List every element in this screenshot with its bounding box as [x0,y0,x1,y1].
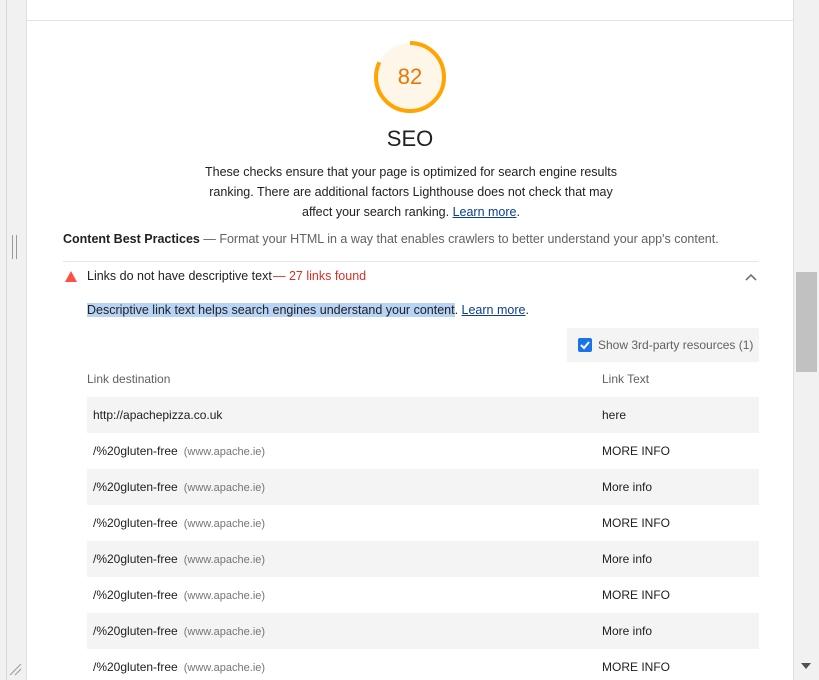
link-host: (www.apache.ie) [183,518,266,530]
link-destination-cell[interactable]: /%20gluten-free (www.apache.ie) [93,624,265,638]
third-party-checkbox[interactable] [578,338,592,352]
link-host: (www.apache.ie) [183,590,266,602]
seo-score-gauge[interactable]: 82 [373,40,447,114]
lighthouse-report: 82 SEO These checks ensure that your pag… [26,0,794,680]
category-learn-more-link[interactable]: Learn more [453,205,517,219]
scroll-down-arrow-icon[interactable] [799,660,813,672]
link-destination-cell[interactable]: /%20gluten-free (www.apache.ie) [93,588,265,602]
group-header: Content Best Practices — Format your HTM… [63,229,719,249]
left-rail [0,0,26,680]
panel-resize-handle[interactable] [12,235,18,259]
link-text-cell: MORE INFO [602,516,670,530]
table-row: /%20gluten-free (www.apache.ie) More info [87,469,759,505]
third-party-label: Show 3rd-party resources (1) [598,338,754,352]
link-destination-cell[interactable]: http://apachepizza.co.uk [93,408,222,422]
link-host: (www.apache.ie) [183,626,266,638]
link-url[interactable]: /%20gluten-free [93,516,178,530]
audit-link-text-header[interactable]: Links do not have descriptive text — 27 … [63,267,759,289]
audit-divider [63,261,759,262]
link-text-cell: MORE INFO [602,588,670,602]
audit-title: Links do not have descriptive text [87,269,272,283]
link-url[interactable]: /%20gluten-free [93,588,178,602]
column-header-link-text: Link Text [602,372,650,386]
audit-description: Descriptive link text helps search engin… [87,303,529,317]
link-host: (www.apache.ie) [183,482,266,494]
link-host: (www.apache.ie) [183,662,266,674]
rail-divider [6,0,7,680]
link-text-cell: More info [602,480,653,494]
category-description: These checks ensure that your page is op… [204,165,618,219]
link-destination-cell[interactable]: /%20gluten-free (www.apache.ie) [93,660,265,674]
link-url[interactable]: /%20gluten-free [93,624,178,638]
link-url[interactable]: http://apachepizza.co.uk [93,408,222,422]
link-text-cell: More info [602,624,653,638]
group-title: Content Best Practices [63,232,200,246]
link-destination-cell[interactable]: /%20gluten-free (www.apache.ie) [93,480,265,494]
section-divider [27,20,793,21]
category-title: SEO [386,126,434,151]
link-url[interactable]: /%20gluten-free [93,660,178,674]
link-host: (www.apache.ie) [183,554,266,566]
link-url[interactable]: /%20gluten-free [93,480,178,494]
table-header: Link destination Link Text [87,361,759,397]
link-text-cell: More info [602,552,653,566]
category-description-text: These checks ensure that your page is op… [204,165,618,219]
link-host: (www.apache.ie) [183,446,266,458]
table-row: /%20gluten-free (www.apache.ie) MORE INFO [87,649,759,680]
group-description: — Format your HTML in a way that enables… [203,232,719,246]
table-row: /%20gluten-free (www.apache.ie) More info [87,613,759,649]
scroll-thumb[interactable] [796,272,817,372]
checkmark-icon [580,341,590,350]
link-text-cell: MORE INFO [602,444,670,458]
link-destination-cell[interactable]: /%20gluten-free (www.apache.ie) [93,516,265,530]
link-text-cell: here [602,408,627,422]
audit-description-text: Descriptive link text helps search engin… [87,303,455,317]
table-row: /%20gluten-free (www.apache.ie) MORE INFO [87,505,759,541]
fail-triangle-icon [65,271,77,282]
resize-grip-icon[interactable] [8,662,22,676]
table-row: /%20gluten-free (www.apache.ie) More info [87,541,759,577]
chevron-up-icon[interactable] [745,272,757,282]
table-row: /%20gluten-free (www.apache.ie) MORE INFO [87,433,759,469]
link-url[interactable]: /%20gluten-free [93,552,178,566]
link-destination-cell[interactable]: /%20gluten-free (www.apache.ie) [93,444,265,458]
score-value: 82 [397,64,423,89]
vertical-scrollbar[interactable] [795,0,819,680]
link-url[interactable]: /%20gluten-free [93,444,178,458]
table-row: /%20gluten-free (www.apache.ie) MORE INFO [87,577,759,613]
link-details-table: Link destination Link Text http://apache… [87,361,759,680]
link-destination-cell[interactable]: /%20gluten-free (www.apache.ie) [93,552,265,566]
third-party-filter[interactable]: Show 3rd-party resources (1) [567,328,759,362]
table-row: http://apachepizza.co.uk here [87,397,759,433]
column-header-link-destination: Link destination [87,372,171,386]
audit-learn-more-link[interactable]: Learn more [462,303,526,317]
link-text-cell: MORE INFO [602,660,670,674]
audit-display-value: — 27 links found [273,269,367,283]
